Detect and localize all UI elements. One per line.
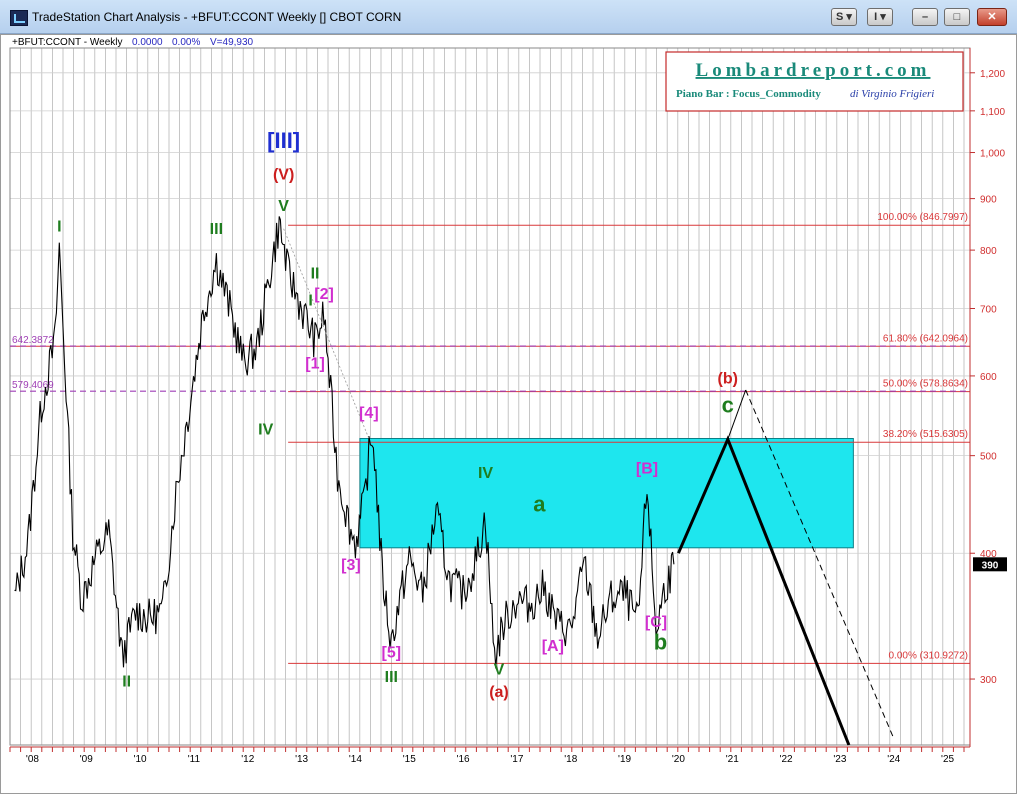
wave-label: [4]	[359, 405, 379, 422]
logo-subtitle-bold: Piano Bar : Focus_Commodity	[676, 88, 821, 100]
wave-label: [2]	[314, 286, 334, 303]
fib-level-label: 100.00% (846.7997)	[877, 212, 968, 223]
chart-grid	[9, 47, 971, 746]
fib-level-label: 61.80% (642.0964)	[883, 333, 968, 344]
logo-site-name: Lombardreport.com	[696, 60, 931, 81]
i-menu-button[interactable]: I ▾	[867, 8, 893, 26]
symbol-change-pct: 0.00%	[172, 37, 200, 48]
price-axis-label: 1,100	[980, 107, 1005, 118]
time-axis-label: '10	[134, 754, 147, 765]
price-axis-label: 1,000	[980, 149, 1005, 160]
time-axis[interactable]: '08 '09 '10 '11 '12 '13 '14 '15 '16 '17 '18 '19 '20 '…	[9, 746, 970, 765]
price-axis-label: 700	[980, 305, 997, 316]
symbol-volume: V=49,930	[210, 37, 254, 48]
wave-label: II	[311, 265, 320, 282]
symbol-name: +BFUT:CCONT - Weekly	[12, 37, 122, 48]
wave-label: b	[654, 629, 667, 654]
wave-label: [III]	[267, 128, 300, 153]
time-axis-label: '21	[726, 754, 739, 765]
wave-label: (b)	[718, 370, 738, 387]
price-axis-label: 900	[980, 195, 997, 206]
logo-subtitle-italic: di Virginio Frigieri	[850, 88, 934, 100]
price-axis-label: 600	[980, 372, 997, 383]
wave-label: I	[57, 218, 61, 235]
time-axis-label: '14	[349, 754, 362, 765]
price-axis-label: 500	[980, 452, 997, 463]
wave-label: III	[210, 221, 223, 238]
time-axis-label: '11	[188, 754, 201, 765]
s-menu-button[interactable]: S ▾	[831, 8, 857, 26]
time-axis-label: '25	[941, 754, 954, 765]
lombardreport-logo: Lombardreport.com Piano Bar : Focus_Comm…	[665, 51, 964, 112]
wave-label: a	[533, 492, 546, 517]
time-axis-label: '18	[564, 754, 577, 765]
last-price-label: 390	[982, 560, 999, 571]
window-title: TradeStation Chart Analysis - +BFUT:CCON…	[32, 10, 402, 24]
wave-label: IV	[478, 465, 493, 482]
price-axis[interactable]: 1,2001,1001,000900800700600500400300390	[969, 48, 1007, 747]
time-axis-label: '15	[403, 754, 416, 765]
wave-label: (a)	[489, 684, 509, 701]
symbol-change: 0.0000	[132, 37, 163, 48]
time-axis-label: '22	[780, 754, 793, 765]
wave-annotations: IIIIIIIVV(V)[III]III [2][1][4][3][5]IIIIV…	[57, 128, 738, 701]
time-axis-label: '20	[672, 754, 685, 765]
wave-label: c	[722, 392, 734, 417]
wave-label: III	[385, 669, 398, 686]
wave-label: [A]	[542, 638, 564, 655]
wave-label: I	[308, 292, 312, 309]
time-axis-label: '23	[833, 754, 846, 765]
fib-level-label: 38.20% (515.6305)	[883, 429, 968, 440]
maximize-button[interactable]: □	[944, 8, 970, 26]
window-title-bar[interactable]: TradeStation Chart Analysis - +BFUT:CCON…	[0, 0, 1017, 34]
price-axis-label: 800	[980, 246, 997, 257]
wave-label: IV	[258, 421, 273, 438]
wave-label: [5]	[382, 645, 402, 662]
wave-label: II	[122, 673, 131, 690]
fib-level-label: 0.00% (310.9272)	[888, 650, 968, 661]
time-axis-label: '17	[510, 754, 523, 765]
time-axis-label: '12	[241, 754, 254, 765]
time-axis-label: '13	[295, 754, 308, 765]
wave-label: [3]	[341, 557, 361, 574]
wave-label: V	[278, 198, 289, 215]
wave-label: V	[494, 662, 505, 679]
wave-label: [C]	[645, 614, 667, 631]
fib-level-label: 50.00% (578.8634)	[883, 379, 968, 390]
wave-label: (V)	[273, 167, 294, 184]
minimize-button[interactable]: –	[912, 8, 938, 26]
tradestation-app-icon	[10, 10, 28, 26]
wave-label: [B]	[636, 461, 658, 478]
price-axis-label: 300	[980, 675, 997, 686]
dashed-level-label: 642.3872	[12, 335, 54, 346]
close-button[interactable]: ✕	[977, 8, 1007, 26]
price-axis-label: 1,200	[980, 69, 1005, 80]
time-axis-label: '19	[618, 754, 631, 765]
time-axis-label: '08	[26, 754, 39, 765]
time-axis-label: '16	[457, 754, 470, 765]
time-axis-label: '24	[887, 754, 900, 765]
price-chart[interactable]: 100.00% (846.7997) 61.80% (642.0964) 50.00…	[0, 34, 1017, 794]
wave-label: [1]	[305, 356, 325, 373]
time-axis-label: '09	[80, 754, 93, 765]
